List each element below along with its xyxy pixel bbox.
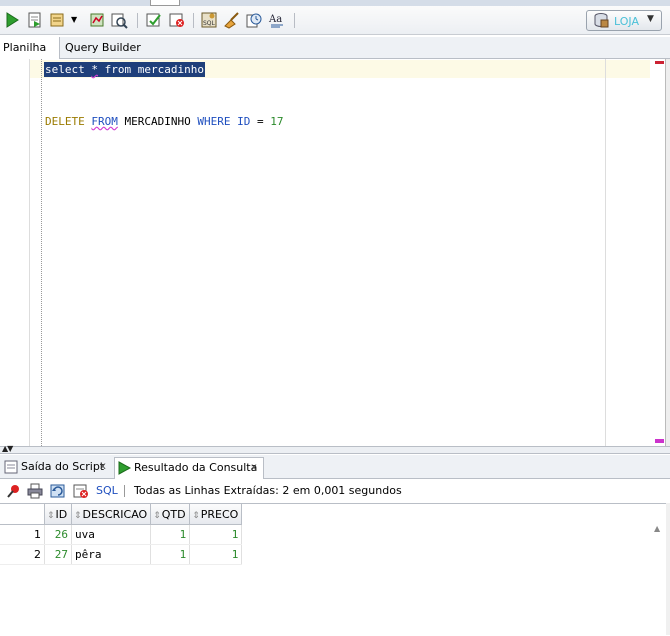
results-grid[interactable]: ⇕ID ⇕DESCRICAO ⇕QTD ⇕PRECO 1 26 uva 1 1 … xyxy=(0,503,666,636)
svg-text:SQL: SQL xyxy=(203,20,216,27)
table-row[interactable]: 1 26 uva 1 1 xyxy=(0,524,243,545)
rollback-icon[interactable] xyxy=(168,11,186,29)
run-script-icon[interactable] xyxy=(26,11,44,29)
explain-plan-icon[interactable] xyxy=(88,11,106,29)
star-token: * xyxy=(91,63,98,76)
close-icon[interactable]: x xyxy=(251,458,257,478)
row-number: 1 xyxy=(0,524,45,545)
script-output-icon xyxy=(4,460,18,474)
print-icon[interactable] xyxy=(27,483,43,499)
cell-qtd[interactable]: 1 xyxy=(150,524,191,545)
pin-icon[interactable] xyxy=(5,483,21,499)
table-header-row: ⇕ID ⇕DESCRICAO ⇕QTD ⇕PRECO xyxy=(0,504,243,525)
play-icon xyxy=(117,461,131,475)
chevron-down-icon: ▼ xyxy=(647,14,654,24)
column-name: ID xyxy=(237,115,251,128)
operator: = xyxy=(256,115,264,128)
svg-text:Aa: Aa xyxy=(268,14,282,25)
line-gutter xyxy=(0,59,30,446)
column-header-descricao[interactable]: ⇕DESCRICAO xyxy=(71,504,152,525)
sort-icon: ⇕ xyxy=(47,510,55,521)
cell-id[interactable]: 27 xyxy=(44,544,72,565)
fetch-status: Todas as Linhas Extraídas: 2 em 0,001 se… xyxy=(134,484,402,497)
run-statement-icon[interactable] xyxy=(3,11,21,29)
warning-marker[interactable] xyxy=(655,439,664,443)
row-number-header xyxy=(0,504,45,525)
keyword-from: FROM xyxy=(91,115,118,128)
database-icon xyxy=(593,12,609,28)
sort-icon: ⇕ xyxy=(153,510,161,521)
column-header-label: PRECO xyxy=(200,507,239,521)
scroll-up-icon[interactable]: ▲ xyxy=(654,524,660,533)
column-header-label: QTD xyxy=(161,507,186,521)
right-margin-line xyxy=(605,59,606,446)
cell-descricao[interactable]: pêra xyxy=(71,544,152,565)
cancel-fetch-icon[interactable] xyxy=(73,483,89,499)
grid-scrollbar[interactable] xyxy=(666,503,670,635)
sql-tuning-icon[interactable]: SQL xyxy=(200,11,218,29)
collapse-arrows-icon[interactable]: ▲▼ xyxy=(2,444,13,453)
column-header-qtd[interactable]: ⇕QTD xyxy=(150,504,191,525)
refresh-icon[interactable] xyxy=(50,483,66,499)
keyword-delete: DELETE xyxy=(45,115,85,128)
results-toolbar: SQL Todas as Linhas Extraídas: 2 em 0,00… xyxy=(0,480,670,502)
chevron-down-icon[interactable]: ▼ xyxy=(71,15,81,33)
history-icon[interactable] xyxy=(245,11,263,29)
results-table: ⇕ID ⇕DESCRICAO ⇕QTD ⇕PRECO 1 26 uva 1 1 … xyxy=(0,504,243,565)
table-name: mercadinho xyxy=(137,63,204,76)
table-name: MERCADINHO xyxy=(124,115,191,128)
tab-query-result[interactable]: Resultado da Consulta x xyxy=(114,457,264,479)
commit-dropdown-icon[interactable] xyxy=(49,11,67,29)
panel-splitter[interactable]: ▲▼ xyxy=(0,444,670,454)
cell-descricao[interactable]: uva xyxy=(71,524,152,545)
keyword-where: WHERE xyxy=(197,115,231,128)
toolbar-separator xyxy=(137,13,138,28)
tab-label: Resultado da Consulta xyxy=(134,461,258,474)
keyword-from: from xyxy=(104,63,132,76)
tab-query-builder[interactable]: Query Builder xyxy=(65,37,141,59)
column-header-preco[interactable]: ⇕PRECO xyxy=(189,504,243,525)
worksheet-subtabs: Planilha Query Builder xyxy=(0,37,670,59)
connection-label: LOJA xyxy=(614,15,639,28)
clear-icon[interactable] xyxy=(222,11,240,29)
sort-icon: ⇕ xyxy=(192,510,200,521)
column-header-id[interactable]: ⇕ID xyxy=(44,504,72,525)
close-icon[interactable]: x xyxy=(100,457,106,477)
tab-label: Saída do Script xyxy=(21,460,105,473)
column-header-label: DESCRICAO xyxy=(82,507,148,521)
toolbar-separator xyxy=(124,485,125,497)
row-number: 2 xyxy=(0,544,45,565)
code-line-1[interactable]: select * from mercadinho xyxy=(44,62,205,77)
table-row[interactable]: 2 27 pêra 1 1 xyxy=(0,544,243,565)
worksheet-toolbar: ▼ SQL Aa LOJA ▼ xyxy=(0,6,670,35)
toolbar-separator xyxy=(294,13,295,28)
connection-selector[interactable]: LOJA ▼ xyxy=(586,10,662,31)
cell-preco[interactable]: 1 xyxy=(189,524,243,545)
format-icon[interactable]: Aa xyxy=(268,11,286,29)
error-marker[interactable] xyxy=(655,61,664,64)
sql-link[interactable]: SQL xyxy=(96,484,118,497)
cell-id[interactable]: 26 xyxy=(44,524,72,545)
literal-value: 17 xyxy=(270,115,284,128)
tab-worksheet[interactable]: Planilha xyxy=(0,37,60,59)
toolbar-separator xyxy=(193,13,194,28)
cell-preco[interactable]: 1 xyxy=(189,544,243,565)
editor-scrollbar[interactable] xyxy=(666,59,670,446)
sort-icon: ⇕ xyxy=(74,510,82,521)
indent-guide xyxy=(41,59,42,446)
code-line-2[interactable]: DELETE FROM MERCADINHO WHERE ID = 17 xyxy=(45,115,283,128)
commit-icon[interactable] xyxy=(145,11,163,29)
tab-script-output[interactable]: Saída do Script x xyxy=(2,457,112,479)
autotrace-icon[interactable] xyxy=(110,11,128,29)
sql-editor[interactable]: select * from mercadinho DELETE FROM MER… xyxy=(0,59,666,446)
keyword-select: select xyxy=(45,63,85,76)
cell-qtd[interactable]: 1 xyxy=(150,544,191,565)
column-header-label: ID xyxy=(55,507,68,521)
output-tabs: Saída do Script x Resultado da Consulta … xyxy=(0,455,670,479)
